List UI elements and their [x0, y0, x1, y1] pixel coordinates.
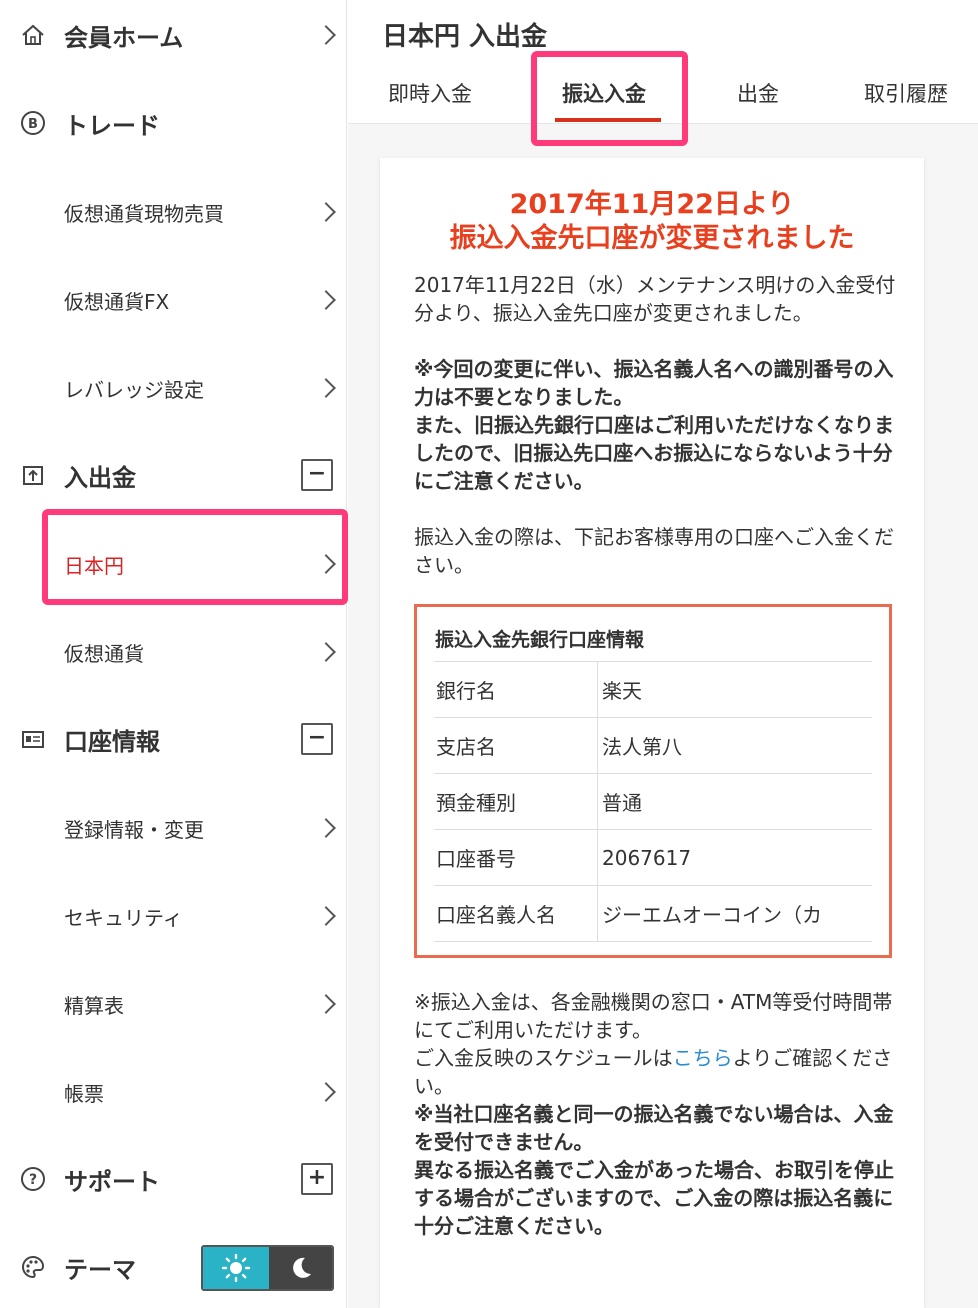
sidebar-item-home[interactable]: 会員ホーム — [0, 0, 347, 70]
id-card-icon — [20, 726, 46, 752]
sidebar-section-account[interactable]: 口座情報 − — [0, 704, 347, 774]
sun-icon — [221, 1253, 251, 1283]
chevron-right-icon — [316, 994, 336, 1014]
sidebar-section-support[interactable]: ? サポート + — [0, 1144, 347, 1214]
sidebar-item-registration[interactable]: 登録情報・変更 — [0, 793, 347, 863]
expand-button[interactable]: + — [301, 1163, 333, 1195]
chevron-right-icon — [316, 202, 336, 222]
moon-icon — [292, 1257, 311, 1278]
row-value: 2067617 — [602, 845, 692, 870]
sidebar-item-label: 会員ホーム — [64, 23, 184, 52]
row-value: 法人第八 — [602, 735, 682, 759]
bank-account-info: 振込入金先銀行口座情報 銀行名 楽天 支店名 法人第八 預金種別 普通 口座番号… — [414, 604, 892, 958]
main-content: 日本円 入出金 即時入金 振込入金 出金 取引履歴 2017年11月22日より … — [348, 0, 978, 1308]
sidebar-item-label: セキュリティ — [64, 905, 183, 930]
row-label: 口座番号 — [434, 830, 598, 885]
tab-history[interactable]: 取引履歴 — [864, 78, 948, 108]
tab-instant-deposit[interactable]: 即時入金 — [388, 78, 472, 108]
sidebar-section-label: 口座情報 — [64, 727, 160, 756]
bitcoin-icon: B — [20, 110, 46, 136]
chevron-right-icon — [316, 25, 336, 45]
schedule-link[interactable]: こちら — [673, 1046, 733, 1070]
bank-info-table: 銀行名 楽天 支店名 法人第八 預金種別 普通 口座番号 2067617 口座名… — [434, 661, 872, 942]
palette-icon — [20, 1254, 46, 1280]
sidebar-section-label: テーマ — [64, 1255, 136, 1284]
table-row: 口座名義人名 ジーエムオーコイン（カ — [434, 886, 872, 942]
table-row: 口座番号 2067617 — [434, 830, 872, 886]
sidebar-section-deposit[interactable]: 入出金 − — [0, 440, 347, 510]
chevron-right-icon — [316, 378, 336, 398]
upload-box-icon — [20, 462, 46, 488]
schedule-text: ご入金反映のスケジュールは — [414, 1046, 673, 1070]
sidebar-item-spot[interactable]: 仮想通貨現物売買 — [0, 177, 347, 247]
sidebar-item-label: 帳票 — [64, 1081, 104, 1106]
notice-paragraph: 2017年11月22日（水）メンテナンス明けの入金受付分より、振込入金先口座が変… — [414, 273, 896, 325]
row-value: ジーエムオーコイン（カ — [602, 903, 822, 927]
question-icon: ? — [20, 1166, 46, 1192]
light-theme-button[interactable] — [203, 1247, 269, 1289]
sidebar-item-leverage[interactable]: レバレッジ設定 — [0, 353, 347, 423]
sidebar-item-label: レバレッジ設定 — [64, 377, 204, 402]
theme-toggle[interactable] — [201, 1245, 334, 1291]
table-row: 預金種別 普通 — [434, 774, 872, 830]
sidebar-item-security[interactable]: セキュリティ — [0, 881, 347, 951]
sidebar-item-statement[interactable]: 精算表 — [0, 969, 347, 1039]
collapse-button[interactable]: − — [301, 723, 333, 755]
chevron-right-icon — [316, 906, 336, 926]
row-label: 支店名 — [434, 718, 598, 773]
collapse-button[interactable]: − — [301, 459, 333, 491]
row-label: 口座名義人名 — [434, 886, 598, 941]
footer-schedule: ご入金反映のスケジュールはこちらよりご確認ください。 — [414, 1044, 898, 1100]
bank-info-title: 振込入金先銀行口座情報 — [435, 629, 645, 651]
home-icon — [20, 22, 46, 48]
dark-theme-button[interactable] — [269, 1247, 332, 1289]
row-value: 普通 — [602, 791, 642, 815]
sidebar-item-label: 登録情報・変更 — [64, 817, 204, 842]
highlight-frame — [42, 509, 348, 605]
sidebar-item-label: 仮想通貨FX — [64, 289, 170, 314]
chevron-right-icon — [316, 290, 336, 310]
sidebar-section-label: 入出金 — [64, 463, 136, 492]
sidebar-item-reports[interactable]: 帳票 — [0, 1057, 347, 1127]
highlight-frame — [531, 51, 688, 146]
sidebar-section-label: サポート — [64, 1167, 160, 1196]
footer-note: ※振込入金は、各金融機関の窓口・ATM等受付時間帯にてご利用いただけます。 — [414, 990, 893, 1042]
svg-text:B: B — [28, 117, 38, 132]
chevron-right-icon — [316, 642, 336, 662]
chevron-right-icon — [316, 1082, 336, 1102]
notice-title-text: 振込入金先口座が変更されました — [449, 223, 855, 254]
notice-warning: ※今回の変更に伴い、振込名義人名への識別番号の入力は不要となりました。 また、旧… — [414, 357, 894, 493]
sidebar-item-fx[interactable]: 仮想通貨FX — [0, 265, 347, 335]
sidebar-item-label: 仮想通貨現物売買 — [64, 201, 224, 226]
tab-withdraw[interactable]: 出金 — [737, 78, 779, 108]
table-row: 銀行名 楽天 — [434, 662, 872, 718]
chevron-right-icon — [316, 818, 336, 838]
row-value: 楽天 — [602, 679, 642, 703]
transfer-info-card: 2017年11月22日より 振込入金先口座が変更されました 2017年11月22… — [380, 158, 924, 1308]
page-title: 日本円 入出金 — [382, 22, 548, 52]
sidebar-section-trade[interactable]: B トレード — [0, 88, 347, 158]
svg-text:?: ? — [29, 1172, 37, 1188]
row-label: 銀行名 — [434, 662, 598, 717]
sidebar-section-label: トレード — [64, 111, 160, 140]
table-row: 支店名 法人第八 — [434, 718, 872, 774]
sidebar: 会員ホーム B トレード 仮想通貨現物売買 仮想通貨FX レバレッジ設定 入出金… — [0, 0, 348, 1308]
footer-warning: ※当社口座名義と同一の振込名義でない場合は、入金を受付できません。 異なる振込名… — [414, 1102, 894, 1238]
sidebar-item-label: 精算表 — [64, 993, 124, 1018]
sidebar-item-label: 仮想通貨 — [64, 641, 144, 666]
sidebar-item-crypto[interactable]: 仮想通貨 — [0, 617, 347, 687]
row-label: 預金種別 — [434, 774, 598, 829]
transfer-instruction: 振込入金の際は、下記お客様専用の口座へご入金ください。 — [414, 525, 894, 577]
